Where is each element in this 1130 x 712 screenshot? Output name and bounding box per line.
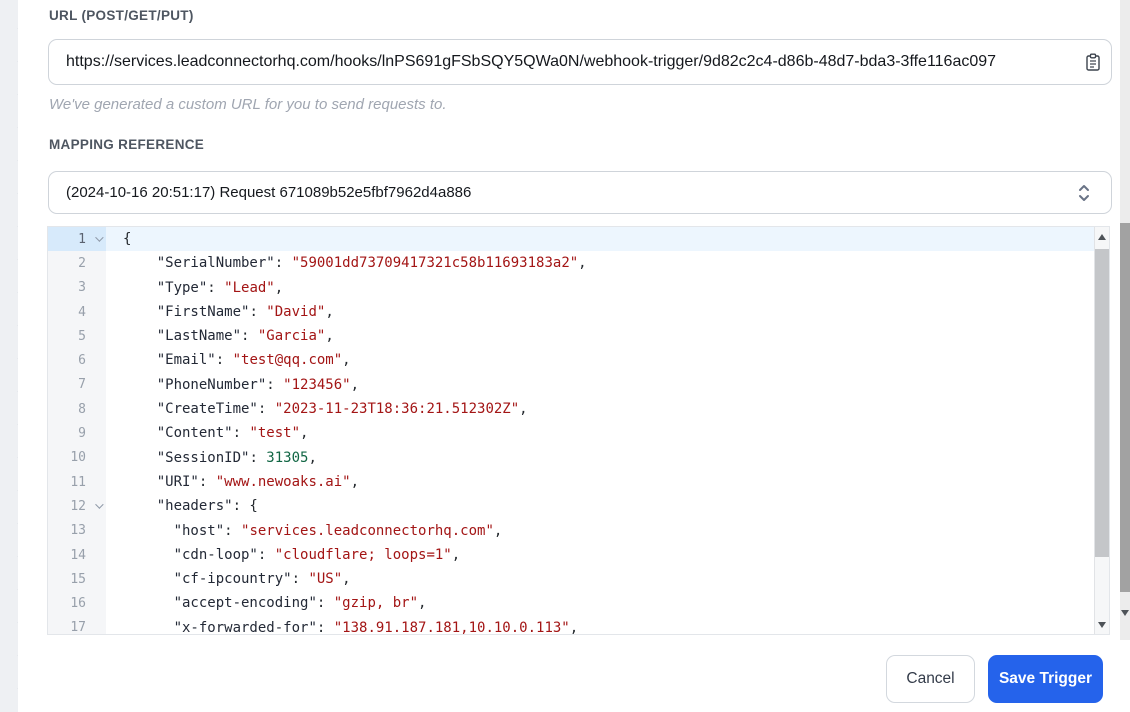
- code-lines[interactable]: { "SerialNumber": "59001dd73709417321c58…: [106, 227, 1094, 634]
- scroll-up-icon[interactable]: [1098, 234, 1106, 240]
- line-number: 2: [78, 255, 86, 271]
- fold-chevron-icon[interactable]: [95, 233, 104, 242]
- gutter-line[interactable]: 8: [48, 397, 106, 421]
- gutter-line[interactable]: 5: [48, 324, 106, 348]
- webhook-trigger-panel: URL (POST/GET/PUT) https://services.lead…: [0, 0, 1130, 712]
- url-label: URL (POST/GET/PUT): [49, 8, 194, 23]
- gutter-line[interactable]: 9: [48, 421, 106, 445]
- editor-scrollbar[interactable]: [1094, 227, 1109, 634]
- line-number: 12: [70, 498, 86, 514]
- gutter-line[interactable]: 1: [48, 227, 106, 252]
- gutter-line[interactable]: 15: [48, 567, 106, 591]
- save-trigger-button[interactable]: Save Trigger: [988, 655, 1103, 703]
- code-line[interactable]: "Content": "test",: [106, 421, 1094, 445]
- gutter-line[interactable]: 10: [48, 446, 106, 470]
- gutter-line[interactable]: 14: [48, 543, 106, 567]
- url-helper-text: We've generated a custom URL for you to …: [49, 96, 447, 113]
- line-number: 13: [70, 523, 86, 539]
- gutter-line[interactable]: 17: [48, 616, 106, 635]
- gutter-line[interactable]: 12: [48, 494, 106, 518]
- gutter-line[interactable]: 7: [48, 373, 106, 397]
- line-number: 7: [78, 377, 86, 393]
- code-line[interactable]: "URI": "www.newoaks.ai",: [106, 470, 1094, 494]
- gutter-line[interactable]: 6: [48, 348, 106, 372]
- gutter-line[interactable]: 16: [48, 591, 106, 615]
- line-number: 6: [78, 353, 86, 369]
- gutter-line[interactable]: 2: [48, 251, 106, 275]
- code-line[interactable]: "host": "services.leadconnectorhq.com",: [106, 519, 1094, 543]
- code-line[interactable]: "LastName": "Garcia",: [106, 324, 1094, 348]
- editor-scroll-thumb[interactable]: [1095, 249, 1109, 557]
- code-line[interactable]: "CreateTime": "2023-11-23T18:36:21.51230…: [106, 397, 1094, 421]
- line-number: 16: [70, 596, 86, 612]
- fold-chevron-icon[interactable]: [95, 500, 104, 510]
- line-number: 11: [70, 474, 86, 490]
- code-line[interactable]: "cdn-loop": "cloudflare; loops=1",: [106, 543, 1094, 567]
- gutter-line[interactable]: 11: [48, 470, 106, 494]
- mapping-reference-select[interactable]: (2024-10-16 20:51:17) Request 671089b52e…: [48, 171, 1112, 214]
- editor-gutter: 1 2 3 4 5 6 7 8 9 10 11 12 13 14 15 16 17: [48, 227, 106, 634]
- line-number: 15: [70, 571, 86, 587]
- code-line[interactable]: "FirstName": "David",: [106, 300, 1094, 324]
- mapping-reference-label: MAPPING REFERENCE: [49, 137, 205, 152]
- code-line[interactable]: "accept-encoding": "gzip, br",: [106, 591, 1094, 615]
- code-line[interactable]: "SerialNumber": "59001dd73709417321c58b1…: [106, 251, 1094, 275]
- code-line[interactable]: "headers": {: [106, 494, 1094, 518]
- gutter-line[interactable]: 4: [48, 300, 106, 324]
- code-line[interactable]: "cf-ipcountry": "US",: [106, 567, 1094, 591]
- line-number: 5: [78, 328, 86, 344]
- line-number: 4: [78, 304, 86, 320]
- gutter-line[interactable]: 13: [48, 519, 106, 543]
- cancel-button[interactable]: Cancel: [886, 655, 975, 703]
- panel-scrollbar[interactable]: [1120, 0, 1130, 640]
- up-down-chevron-icon: [1077, 183, 1111, 203]
- mapping-selected-value: (2024-10-16 20:51:17) Request 671089b52e…: [66, 184, 472, 201]
- code-line[interactable]: {: [106, 227, 1094, 252]
- line-number: 1: [78, 231, 86, 247]
- workflow-canvas-background: [0, 0, 18, 712]
- gutter-line[interactable]: 3: [48, 276, 106, 300]
- line-number: 3: [78, 280, 86, 296]
- code-line[interactable]: "Email": "test@qq.com",: [106, 348, 1094, 372]
- panel-scroll-thumb[interactable]: [1120, 223, 1130, 592]
- code-line[interactable]: "PhoneNumber": "123456",: [106, 373, 1094, 397]
- panel-scroll-down-icon[interactable]: [1121, 610, 1129, 616]
- code-line[interactable]: "x-forwarded-for": "138.91.187.181,10.10…: [106, 616, 1094, 634]
- line-number: 17: [70, 620, 86, 635]
- clipboard-icon[interactable]: [1085, 53, 1111, 72]
- scroll-down-icon[interactable]: [1098, 622, 1106, 628]
- url-input[interactable]: https://services.leadconnectorhq.com/hoo…: [48, 39, 1112, 85]
- line-number: 8: [78, 401, 86, 417]
- url-value[interactable]: https://services.leadconnectorhq.com/hoo…: [49, 53, 1085, 71]
- line-number: 9: [78, 426, 86, 442]
- line-number: 14: [70, 547, 86, 563]
- code-editor[interactable]: 1 2 3 4 5 6 7 8 9 10 11 12 13 14 15 16 17 { "SerialNumbe…: [47, 226, 1110, 635]
- line-number: 10: [70, 450, 86, 466]
- code-line[interactable]: "SessionID": 31305,: [106, 446, 1094, 470]
- code-line[interactable]: "Type": "Lead",: [106, 276, 1094, 300]
